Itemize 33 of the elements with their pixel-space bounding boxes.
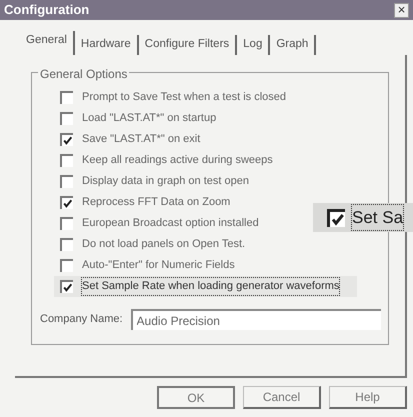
checkbox-label[interactable]: Save "LAST.AT*" on exit: [82, 131, 200, 148]
checkbox-label[interactable]: Load "LAST.AT*" on startup: [82, 110, 216, 127]
checkbox[interactable]: [60, 196, 73, 209]
checkbox[interactable]: [60, 280, 73, 293]
dialog-button[interactable]: OK: [157, 386, 235, 409]
checkbox[interactable]: [60, 217, 73, 230]
checkbox[interactable]: [60, 112, 73, 125]
checkbox[interactable]: [60, 133, 73, 146]
tab[interactable]: Log: [237, 35, 270, 55]
company-name-field[interactable]: Audio Precision: [130, 309, 381, 330]
dialog-button[interactable]: Cancel: [243, 386, 321, 409]
tab[interactable]: Graph: [270, 35, 316, 55]
checkbox-label[interactable]: Keep all readings active during sweeps: [82, 152, 273, 169]
checkbox-label[interactable]: European Broadcast option installed: [82, 215, 259, 232]
checkbox[interactable]: [60, 259, 73, 272]
close-button[interactable]: ×: [394, 2, 409, 18]
tab[interactable]: Hardware: [74, 35, 139, 55]
checkbox-label: Set Sa: [352, 204, 404, 230]
checkbox-label[interactable]: Prompt to Save Test when a test is closed: [82, 89, 286, 106]
checkbox[interactable]: [60, 238, 73, 251]
field-label: Company Name:: [40, 312, 123, 328]
checkbox-label[interactable]: Display data in graph on test open: [82, 173, 249, 190]
checkbox-label[interactable]: Set Sample Rate when loading generator waveforms: [82, 278, 340, 295]
tab[interactable]: Configure Filters: [138, 35, 238, 55]
checkbox-label[interactable]: Auto-"Enter" for Numeric Fields: [82, 257, 235, 274]
checkbox-label[interactable]: Do not load panels on Open Test.: [82, 236, 246, 253]
dialog-button[interactable]: Help: [329, 386, 407, 409]
tab[interactable]: General: [20, 31, 75, 55]
checkbox[interactable]: [60, 175, 73, 188]
checkbox[interactable]: [60, 154, 73, 167]
window-title: Configuration: [4, 1, 90, 20]
checkbox-label[interactable]: Reprocess FFT Data on Zoom: [82, 194, 230, 211]
checkbox[interactable]: [60, 91, 73, 104]
